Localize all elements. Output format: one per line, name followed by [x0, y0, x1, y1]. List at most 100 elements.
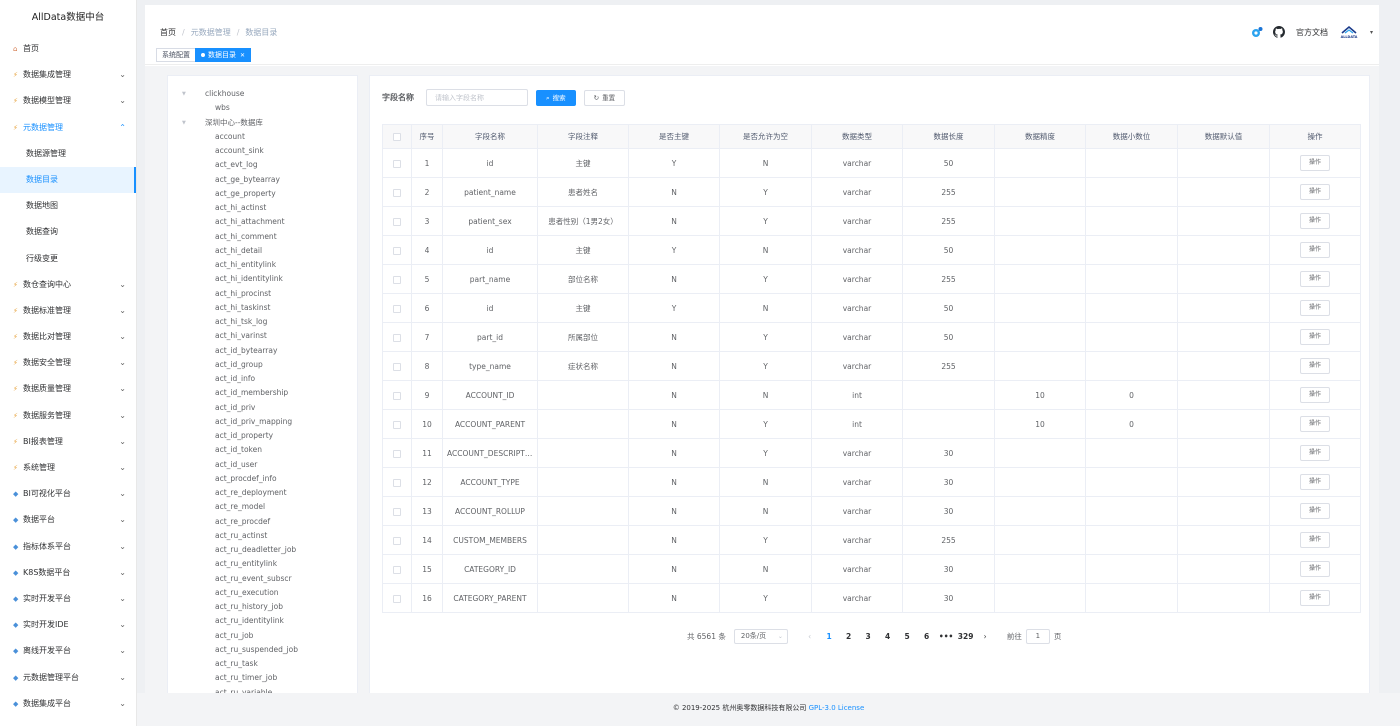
tree-leaf-node[interactable]: act_id_info [168, 372, 357, 386]
tree-leaf-node[interactable]: act_hi_entitylink [168, 258, 357, 272]
row-checkbox-cell[interactable] [382, 467, 412, 497]
row-checkbox[interactable] [393, 478, 401, 487]
sidebar-item[interactable]: ◆ BI可视化平台 ⌄ [0, 481, 136, 507]
tree-leaf-node[interactable]: act_ru_history_job [168, 600, 357, 614]
page-number[interactable]: 6 [917, 632, 937, 641]
row-checkbox-cell[interactable] [382, 409, 412, 439]
row-action-button[interactable]: 操作 [1299, 445, 1330, 461]
breadcrumb-metadata[interactable]: 元数据管理 [191, 28, 231, 37]
row-action-button[interactable]: 操作 [1299, 184, 1330, 200]
avatar[interactable]: ALLDATA [1338, 25, 1360, 39]
sidebar-item[interactable]: ◆ K8S数据平台 ⌄ [0, 560, 136, 586]
row-checkbox[interactable] [393, 217, 401, 226]
tree-leaf-node[interactable]: act_id_token [168, 443, 357, 457]
tree-leaf-node[interactable]: act_hi_detail [168, 244, 357, 258]
sidebar-item[interactable]: ⚡ 数据安全管理 ⌄ [0, 350, 136, 376]
tag-system-config[interactable]: 系统配置 [156, 48, 196, 62]
page-number[interactable]: 5 [897, 632, 917, 641]
tree-root-node[interactable]: ▼ 深圳中心--数据库 [168, 116, 357, 130]
row-checkbox-cell[interactable] [382, 496, 412, 526]
sidebar-item[interactable]: ◆ 实时开发IDE ⌄ [0, 612, 136, 638]
tree-leaf-node[interactable]: act_id_membership [168, 386, 357, 400]
sidebar-item[interactable]: ⚡ 数据标准管理 ⌄ [0, 298, 136, 324]
tree-leaf-node[interactable]: act_id_bytearray [168, 344, 357, 358]
row-action-button[interactable]: 操作 [1299, 155, 1330, 171]
sidebar-item[interactable]: ⚡ 数据模型管理 ⌄ [0, 88, 136, 114]
tree-leaf-node[interactable]: act_ru_identitylink [168, 614, 357, 628]
tree-leaf-node[interactable]: act_re_model [168, 500, 357, 514]
tree-leaf-node[interactable]: act_procdef_info [168, 472, 357, 486]
row-action-button[interactable]: 操作 [1299, 358, 1330, 374]
tree-leaf-node[interactable]: act_id_priv [168, 401, 357, 415]
row-action-button[interactable]: 操作 [1299, 242, 1330, 258]
row-checkbox-cell[interactable] [382, 293, 412, 323]
row-checkbox[interactable] [393, 565, 401, 574]
sidebar-item[interactable]: ⚡ BI报表管理 ⌄ [0, 429, 136, 455]
sidebar-item[interactable]: ◆ 实时开发平台 ⌄ [0, 586, 136, 612]
sidebar-item[interactable]: ◆ 指标体系平台 ⌄ [0, 534, 136, 560]
breadcrumb-home[interactable]: 首页 [160, 28, 176, 37]
tree-leaf-node[interactable]: act_hi_tsk_log [168, 315, 357, 329]
sidebar-subitem[interactable]: 数据源管理 [0, 141, 136, 167]
caret-down-icon[interactable]: ▼ [182, 116, 186, 130]
prev-page-button[interactable]: ‹ [800, 632, 820, 641]
gear-badge-icon[interactable] [1250, 26, 1263, 39]
tree-leaf-node[interactable]: act_evt_log [168, 158, 357, 172]
tree-leaf-node[interactable]: act_id_user [168, 458, 357, 472]
row-action-button[interactable]: 操作 [1299, 590, 1330, 606]
row-checkbox[interactable] [393, 275, 401, 284]
row-action-button[interactable]: 操作 [1299, 329, 1330, 345]
page-number[interactable]: 3 [858, 632, 878, 641]
row-action-button[interactable]: 操作 [1299, 213, 1330, 229]
tree-leaf-node[interactable]: act_re_procdef [168, 515, 357, 529]
row-action-button[interactable]: 操作 [1299, 503, 1330, 519]
sidebar-item[interactable]: ⌂ 首页 [0, 36, 136, 62]
sidebar-item[interactable]: ⚡ 数仓查询中心 ⌄ [0, 272, 136, 298]
tree-leaf-node[interactable]: act_id_priv_mapping [168, 415, 357, 429]
page-number[interactable]: 1 [819, 632, 839, 641]
sidebar-item[interactable]: ⚡ 系统管理 ⌄ [0, 455, 136, 481]
row-checkbox-cell[interactable] [382, 264, 412, 294]
sidebar-subitem[interactable]: 数据查询 [0, 219, 136, 245]
row-checkbox-cell[interactable] [382, 438, 412, 468]
row-checkbox-cell[interactable] [382, 380, 412, 410]
license-link[interactable]: GPL-3.0 License [809, 704, 865, 712]
row-action-button[interactable]: 操作 [1299, 300, 1330, 316]
row-action-button[interactable]: 操作 [1299, 532, 1330, 548]
row-checkbox-cell[interactable] [382, 351, 412, 381]
row-checkbox[interactable] [393, 536, 401, 545]
docs-link[interactable]: 官方文档 [1296, 27, 1328, 38]
tree-leaf-node[interactable]: act_id_property [168, 429, 357, 443]
github-icon[interactable] [1273, 26, 1286, 39]
row-action-button[interactable]: 操作 [1299, 416, 1330, 432]
sidebar-subitem[interactable]: 数据目录 [0, 166, 136, 194]
tree-leaf-node[interactable]: act_ru_timer_job [168, 671, 357, 685]
tree-root-node[interactable]: ▼ clickhouse [168, 87, 357, 101]
tree-leaf-node[interactable]: act_ru_task [168, 657, 357, 671]
caret-down-icon[interactable]: ▼ [182, 87, 186, 101]
row-checkbox[interactable] [393, 362, 401, 371]
row-checkbox[interactable] [393, 507, 401, 516]
row-action-button[interactable]: 操作 [1299, 271, 1330, 287]
tree-leaf-node[interactable]: act_ge_property [168, 187, 357, 201]
row-checkbox-cell[interactable] [382, 583, 412, 613]
tree-leaf-node[interactable]: act_hi_comment [168, 230, 357, 244]
tree-leaf-node[interactable]: act_ru_entitylink [168, 557, 357, 571]
row-checkbox[interactable] [393, 594, 401, 603]
sidebar-item[interactable]: ⚡ 数据集成管理 ⌄ [0, 62, 136, 88]
sidebar-item[interactable]: ◆ 数据集成平台 ⌄ [0, 691, 136, 717]
sidebar-item[interactable]: ⚡ 数据比对管理 ⌄ [0, 324, 136, 350]
tree-leaf-node[interactable]: act_id_group [168, 358, 357, 372]
sidebar-subitem[interactable]: 行级变更 [0, 246, 136, 272]
tag-data-catalog[interactable]: 数据目录 ✕ [195, 48, 252, 62]
select-all-checkbox[interactable] [393, 133, 401, 141]
search-button[interactable]: ⌕ 搜索 [536, 89, 576, 106]
sidebar-item[interactable]: ⚡ 数据服务管理 ⌄ [0, 403, 136, 429]
row-checkbox-cell[interactable] [382, 206, 412, 236]
sidebar-subitem[interactable]: 数据地图 [0, 193, 136, 219]
row-action-button[interactable]: 操作 [1299, 561, 1330, 577]
tree-leaf-node[interactable]: act_ru_job [168, 629, 357, 643]
row-checkbox[interactable] [393, 246, 401, 255]
row-checkbox[interactable] [393, 188, 401, 197]
more-pages-icon[interactable]: ••• [936, 632, 956, 641]
